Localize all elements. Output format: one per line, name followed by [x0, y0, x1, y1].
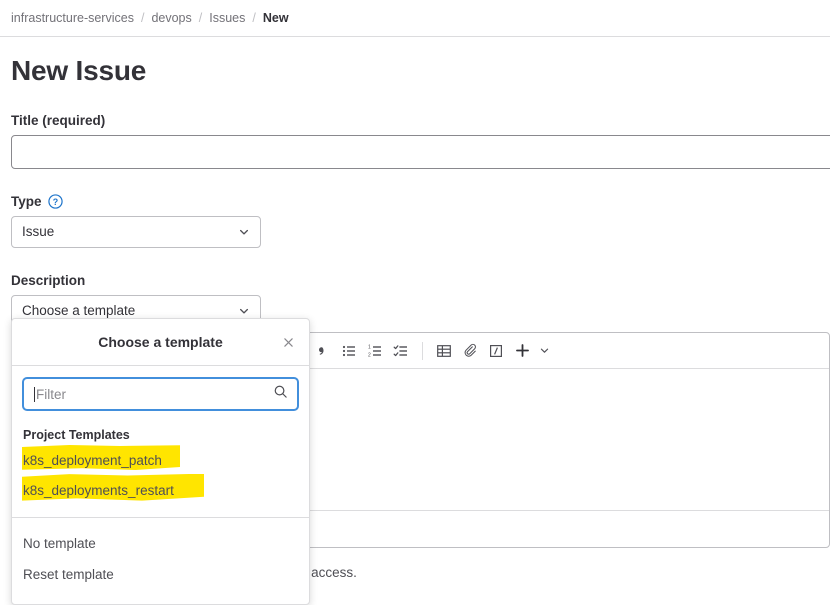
description-label-text: Description [11, 272, 86, 288]
template-filter-input[interactable]: Filter [23, 378, 298, 410]
question-circle-icon[interactable]: ? [47, 193, 63, 209]
search-icon [273, 384, 288, 404]
type-select[interactable]: Issue [11, 215, 261, 248]
table-icon[interactable] [431, 338, 457, 364]
description-field-label: Description [11, 273, 830, 288]
breadcrumb: infrastructure-services / devops / Issue… [0, 0, 830, 37]
template-footer-spacer [12, 518, 309, 528]
breadcrumb-item-group[interactable]: devops [151, 11, 191, 25]
breadcrumb-separator: / [140, 11, 145, 25]
breadcrumb-item-issues[interactable]: Issues [209, 11, 245, 25]
svg-text:?: ? [52, 196, 57, 206]
attachment-icon[interactable] [457, 338, 483, 364]
template-item-label: k8s_deployments_restart [23, 482, 174, 498]
breadcrumb-item-new: New [262, 11, 289, 25]
chevron-down-icon[interactable] [535, 338, 553, 364]
template-dropdown-header: Choose a template [12, 319, 309, 366]
template-option-reset-template[interactable]: Reset template [12, 559, 309, 590]
template-filter-placeholder: Filter [36, 386, 66, 402]
template-item-k8s-deployments-restart[interactable]: k8s_deployments_restart [12, 473, 309, 506]
type-field-label: Type ? [11, 194, 830, 209]
template-group-label: Project Templates [23, 428, 130, 442]
task-list-icon[interactable] [388, 338, 414, 364]
title-input[interactable] [11, 134, 830, 169]
page-title: New Issue [11, 55, 147, 86]
close-icon[interactable] [278, 332, 298, 352]
bullet-list-icon[interactable] [336, 338, 362, 364]
template-dropdown-panel: Choose a template Filter Project Templat… [11, 318, 310, 605]
breadcrumb-separator: / [198, 11, 203, 25]
chevron-down-icon [238, 305, 250, 317]
svg-text:2: 2 [368, 352, 371, 358]
chevron-down-icon [238, 226, 250, 238]
numbered-list-icon[interactable]: 1 2 [362, 338, 388, 364]
template-option-no-template[interactable]: No template [12, 528, 309, 559]
page-content: New Issue Title (required) Type ? Issue … [11, 37, 830, 327]
breadcrumb-separator: / [252, 11, 256, 25]
add-more-icon[interactable] [509, 338, 535, 364]
toolbar-divider [422, 341, 423, 360]
template-item-k8s-deployment-patch[interactable]: k8s_deployment_patch [12, 445, 309, 476]
svg-text:1: 1 [368, 344, 371, 350]
type-label-text: Type [11, 193, 42, 209]
template-filter-wrap: Filter [12, 366, 309, 416]
blockquote-icon[interactable] [310, 338, 336, 364]
new-issue-page: infrastructure-services / devops / Issue… [0, 0, 830, 605]
template-item-label: k8s_deployment_patch [23, 453, 162, 468]
template-dropdown-title: Choose a template [98, 334, 223, 350]
template-select-value: Choose a template [22, 303, 136, 319]
code-block-icon[interactable] [483, 338, 509, 364]
type-select-value: Issue [22, 224, 55, 240]
breadcrumb-item-project[interactable]: infrastructure-services [11, 11, 134, 25]
text-caret [34, 386, 35, 402]
title-label-text: Title (required) [11, 112, 106, 128]
title-field-label: Title (required) [11, 113, 830, 128]
